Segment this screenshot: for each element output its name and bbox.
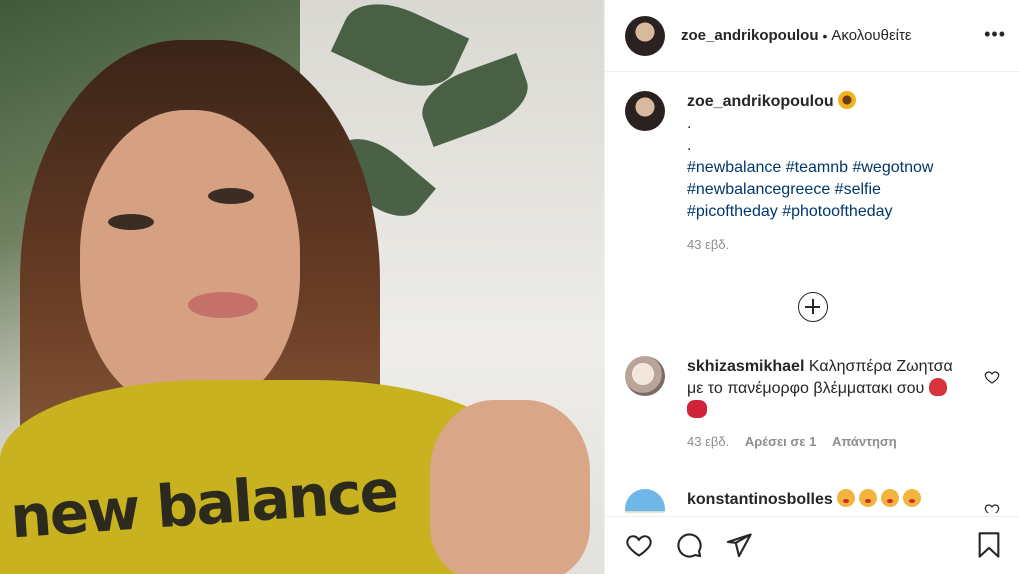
author-username[interactable]: zoe_andrikopoulou — [681, 27, 819, 44]
comment-item: skhizasmikhael Καλησπέρα Ζωητσα με το πα… — [625, 356, 1000, 449]
comment-timestamp: 43 εβδ. — [687, 434, 730, 449]
hashtag-link[interactable]: #selfie — [835, 181, 881, 198]
load-more-comments-icon[interactable] — [798, 292, 828, 322]
comment-text: konstantinosbolles — [687, 489, 970, 511]
caption-text: zoe_andrikopoulou . . #newbalance #teamn… — [687, 91, 1005, 223]
face-blowing-kiss-icon — [881, 489, 900, 507]
photo-hand — [430, 400, 590, 574]
commenter-avatar[interactable] — [625, 356, 665, 396]
heart-icon[interactable] — [625, 531, 653, 559]
comment-likes-link[interactable]: Αρέσει σε 1 — [745, 434, 817, 449]
rose-icon — [928, 378, 947, 396]
hashtag-link[interactable]: #newbalance — [687, 159, 781, 176]
post-side-panel: zoe_andrikopoulou • Ακολουθείτε ••• zoe_… — [604, 0, 1019, 574]
post-action-bar — [605, 516, 1019, 574]
commenter-username[interactable]: skhizasmikhael — [687, 358, 804, 375]
more-options-icon[interactable]: ••• — [984, 24, 1006, 45]
comment-text: skhizasmikhael Καλησπέρα Ζωητσα με το πα… — [687, 356, 970, 422]
photo-face — [80, 110, 300, 410]
kiss-mark-icon — [687, 400, 707, 418]
photo-eye — [208, 188, 254, 204]
caption-dot: . — [687, 137, 692, 154]
comment-reply-button[interactable]: Απάντηση — [832, 434, 897, 449]
caption-timestamp: 43 εβδ. — [687, 237, 730, 252]
post-photo[interactable]: new balance — [0, 0, 604, 574]
comment-like-heart-icon[interactable] — [984, 502, 1000, 513]
sunflower-icon — [838, 91, 857, 109]
hashtag-link[interactable]: #picoftheday — [687, 203, 778, 220]
hashtag-link[interactable]: #newbalancegreece — [687, 181, 830, 198]
comment-item: konstantinosbolles — [625, 489, 1000, 513]
commenter-username[interactable]: konstantinosbolles — [687, 491, 833, 508]
comment-like-heart-icon[interactable] — [984, 369, 1000, 385]
comments-list[interactable]: zoe_andrikopoulou . . #newbalance #teamn… — [605, 73, 1019, 513]
author-avatar[interactable] — [625, 15, 665, 56]
bookmark-icon[interactable] — [975, 531, 1003, 559]
commenter-avatar[interactable] — [625, 489, 665, 513]
header-separator: • — [822, 27, 828, 44]
face-blowing-kiss-icon — [837, 489, 856, 507]
caption-dot: . — [687, 115, 692, 132]
hashtag-link[interactable]: #photooftheday — [782, 203, 892, 220]
follow-status-button[interactable]: Ακολουθείτε — [831, 27, 911, 44]
face-blowing-kiss-icon — [859, 489, 878, 507]
caption-avatar[interactable] — [625, 91, 665, 131]
post-header: zoe_andrikopoulou • Ακολουθείτε ••• — [605, 0, 1019, 72]
photo-eye — [108, 214, 154, 230]
hashtag-link[interactable]: #wegotnow — [852, 159, 933, 176]
hashtag-link[interactable]: #teamnb — [786, 159, 848, 176]
post-caption: zoe_andrikopoulou . . #newbalance #teamn… — [625, 91, 1005, 252]
caption-username[interactable]: zoe_andrikopoulou — [687, 93, 834, 110]
face-blowing-kiss-icon — [903, 489, 922, 507]
photo-lips — [188, 292, 258, 318]
send-icon[interactable] — [725, 531, 753, 559]
comment-icon[interactable] — [675, 531, 703, 559]
comment-meta: 43 εβδ. Αρέσει σε 1 Απάντηση — [687, 434, 1000, 449]
